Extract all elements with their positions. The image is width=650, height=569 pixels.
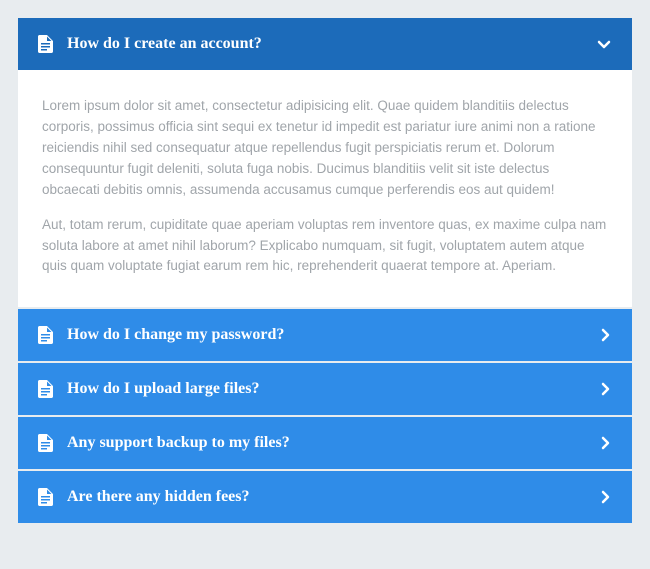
accordion-item: How do I change my password? [18,309,632,361]
accordion-item: Any support backup to my files? [18,417,632,469]
chevron-right-icon [598,490,612,504]
document-icon [38,326,53,344]
accordion-item: How do I upload large files? [18,363,632,415]
accordion-item: How do I create an account? Lorem ipsum … [18,18,632,307]
accordion-title: How do I create an account? [67,35,596,53]
accordion-header[interactable]: How do I change my password? [18,309,632,361]
accordion-header[interactable]: Are there any hidden fees? [18,471,632,523]
accordion-body: Lorem ipsum dolor sit amet, consectetur … [18,70,632,307]
accordion-paragraph: Lorem ipsum dolor sit amet, consectetur … [42,96,608,201]
accordion-paragraph: Aut, totam rerum, cupiditate quae aperia… [42,215,608,278]
document-icon [38,380,53,398]
accordion-header[interactable]: How do I upload large files? [18,363,632,415]
chevron-right-icon [598,436,612,450]
chevron-down-icon [596,36,612,52]
accordion-title: How do I upload large files? [67,380,598,398]
accordion-title: Any support backup to my files? [67,434,598,452]
accordion-item: Are there any hidden fees? [18,471,632,523]
chevron-right-icon [598,328,612,342]
document-icon [38,35,53,53]
document-icon [38,488,53,506]
accordion-title: Are there any hidden fees? [67,488,598,506]
document-icon [38,434,53,452]
accordion-title: How do I change my password? [67,326,598,344]
accordion-header[interactable]: Any support backup to my files? [18,417,632,469]
chevron-right-icon [598,382,612,396]
faq-accordion: How do I create an account? Lorem ipsum … [18,18,632,523]
accordion-header[interactable]: How do I create an account? [18,18,632,70]
